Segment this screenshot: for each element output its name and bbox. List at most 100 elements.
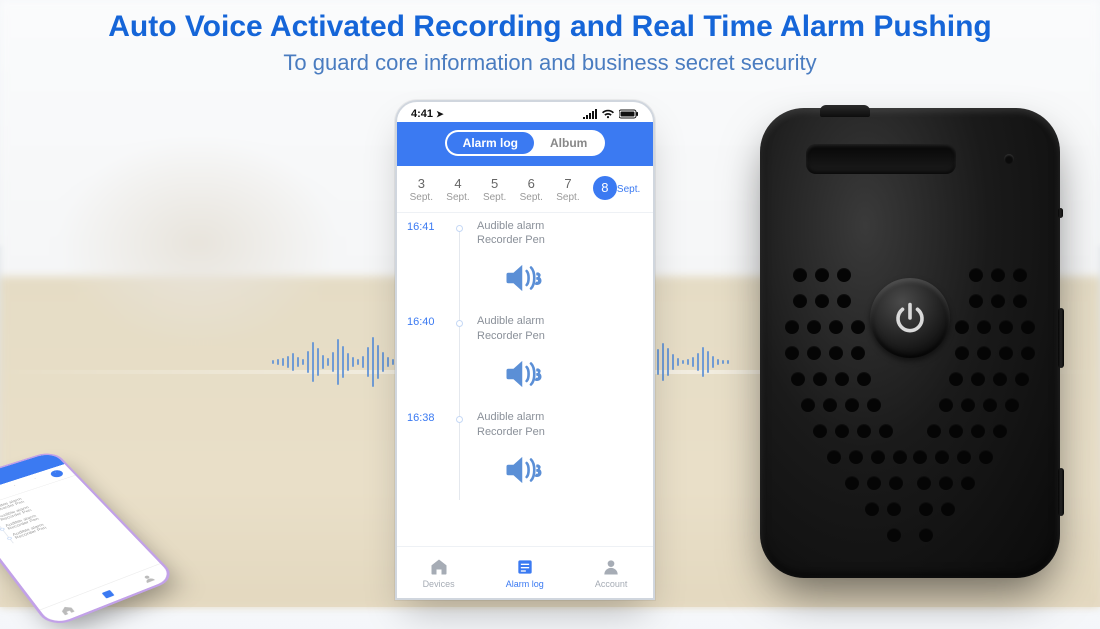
waveform-bar [382,352,384,372]
nav-item-alarm-log[interactable]: Alarm log [506,557,544,589]
speaker-hole [971,372,985,386]
speaker-hole [1005,398,1019,412]
nav-label: Devices [423,579,455,589]
speaker-hole [879,424,893,438]
speaker-hole [807,320,821,334]
waveform-bar [717,359,719,365]
speaker-hole [837,294,851,308]
recorder-device [760,108,1060,578]
alarm-log-entry[interactable]: 16:38Audible alarmRecorder Pen [415,404,639,500]
mini-date: · [49,469,65,478]
speaker-hole [867,398,881,412]
waveform-bar [297,357,299,367]
waveform-bar [307,351,309,373]
date-day: 4 [446,176,469,192]
speaker-hole [835,372,849,386]
speaker-hole [837,268,851,282]
device-side-button[interactable] [1058,308,1064,368]
mini-date: · [0,489,4,499]
waveform-bar [277,359,279,365]
speaker-grille [760,260,1060,552]
waveform-bar [692,357,694,367]
mini-nav-alarm-icon [99,587,118,600]
speaker-hole [813,372,827,386]
date-item[interactable]: 7Sept. [556,176,579,204]
waveform-bar [357,359,359,365]
alarm-log-entry[interactable]: 16:41Audible alarmRecorder Pen [415,213,639,309]
waveform-bar [687,359,689,365]
waveform-bar [722,360,724,364]
date-month: Sept. [410,192,433,203]
status-time: 4:41 ➤ [411,108,444,120]
speaker-hole [969,268,983,282]
signal-icon [583,109,597,119]
tab-alarm-log[interactable]: Alarm log [447,132,534,154]
page-title: Auto Voice Activated Recording and Real … [0,10,1100,44]
speaker-hole [857,424,871,438]
mini-date: · [28,475,44,485]
speaker-hole [815,268,829,282]
speaker-hole [889,476,903,490]
battery-icon [619,109,639,119]
date-item[interactable]: 3Sept. [410,176,433,204]
waveform-bar [332,352,334,372]
mini-date: · [8,482,24,492]
timeline-dot-icon [456,416,463,423]
waveform-bar [282,358,284,366]
waveform-bar [312,342,314,382]
waveform-bar [667,348,669,376]
waveform-bar [292,353,294,371]
nav-item-account[interactable]: Account [595,557,628,589]
waveform-bar [322,355,324,369]
speaker-hole [983,398,997,412]
date-item[interactable]: 5Sept. [483,176,506,204]
date-item[interactable]: 8Sept. [593,176,640,204]
audible-alarm-icon [503,356,545,392]
status-icons [583,109,639,119]
speaker-hole [999,346,1013,360]
date-selector: 3Sept.4Sept.5Sept.6Sept.7Sept.8Sept. [397,166,653,213]
waveform-bar [387,357,389,367]
speaker-hole [927,424,941,438]
speaker-hole [979,450,993,464]
speaker-hole [791,372,805,386]
date-item[interactable]: 6Sept. [520,176,543,204]
waveform-bar [662,343,664,381]
date-item[interactable]: 4Sept. [446,176,469,204]
speaker-hole [793,294,807,308]
status-time-text: 4:41 [411,108,433,120]
speaker-hole [949,424,963,438]
speaker-hole [887,502,901,516]
speaker-hole [1013,294,1027,308]
speaker-hole [887,528,901,542]
speaker-hole [917,476,931,490]
waveform-bar [302,359,304,365]
nav-label: Account [595,579,628,589]
heading-block: Auto Voice Activated Recording and Real … [0,10,1100,76]
log-time: 16:41 [407,221,435,233]
date-day: 6 [520,176,543,192]
speaker-hole [949,372,963,386]
audible-alarm-icon [503,260,545,296]
tab-switcher: Alarm log Album [445,130,606,156]
speaker-hole [993,424,1007,438]
alarm-log-list: 16:41Audible alarmRecorder Pen16:40Audib… [397,213,653,500]
date-day: 5 [483,176,506,192]
tab-album[interactable]: Album [534,132,603,154]
log-text: Audible alarmRecorder Pen [477,219,639,249]
speaker-hole [977,346,991,360]
waveform-bar [712,356,714,368]
speaker-hole [957,450,971,464]
speaker-hole [993,372,1007,386]
speaker-hole [913,450,927,464]
alarm-log-entry[interactable]: 16:40Audible alarmRecorder Pen [415,308,639,404]
app-screen-large: 4:41 ➤ Alarm log Album 3Sept.4Sept.5Sept… [395,100,655,600]
speaker-hole [991,294,1005,308]
date-month: Sept. [556,192,579,203]
speaker-hole [999,320,1013,334]
mini-nav-devices-icon [57,603,77,617]
nav-item-devices[interactable]: Devices [423,557,455,589]
speaker-hole [845,398,859,412]
waveform-bar [272,360,274,364]
status-bar: 4:41 ➤ [397,102,653,122]
